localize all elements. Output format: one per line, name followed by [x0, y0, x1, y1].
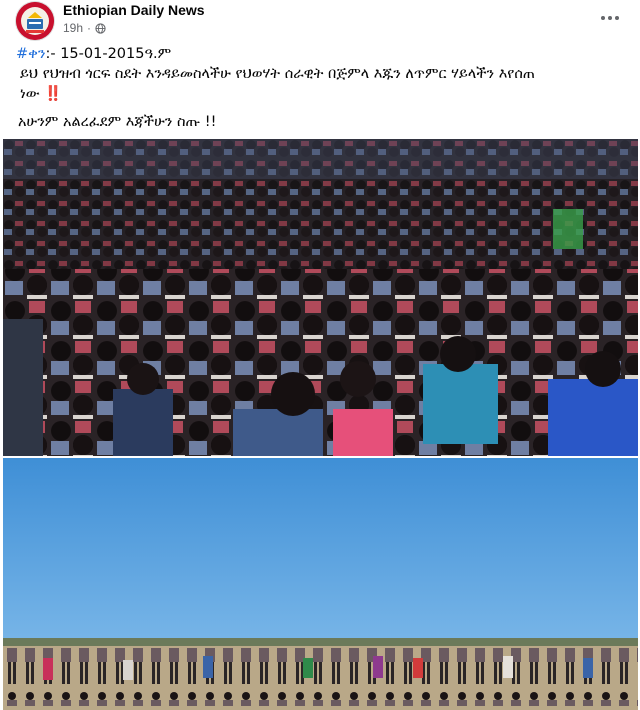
post-line-1: ይህ የህዝብ ጎርፍ ስደት እንዳይመስላችሁ የህወሃት ሰራዊት በጅም…	[20, 66, 535, 82]
post-date-line: #ቀን:- 15-01-2015ዓ.ም	[16, 44, 620, 64]
globe-icon	[95, 22, 106, 34]
post-header: Ethiopian Daily News 19h ·	[0, 0, 640, 42]
post-line-3: አሁንም አልረፈደም እጃችሁን ስጡ !!	[18, 114, 217, 130]
post-line-2-text: ነው	[20, 86, 40, 102]
post-meta: 19h ·	[63, 21, 106, 35]
post-text: #ቀን:- 15-01-2015ዓ.ም ይህ የህዝብ ጎርፍ ስደት እንዳይ…	[16, 44, 620, 132]
post-date: :- 15-01-2015ዓ.ም	[45, 46, 172, 62]
facebook-post: Ethiopian Daily News 19h · #ቀን:- 15-01-2…	[0, 0, 640, 710]
post-time[interactable]: 19h	[63, 21, 83, 35]
page-avatar[interactable]	[16, 2, 54, 40]
hashtag-link[interactable]: #ቀን	[16, 46, 45, 62]
more-options-icon[interactable]	[598, 8, 622, 28]
post-photo-crowd-closeup[interactable]	[3, 139, 638, 456]
post-line-2: ነው ‼️	[16, 84, 620, 104]
page-name[interactable]: Ethiopian Daily News	[63, 2, 205, 18]
double-exclamation-emoji: ‼️	[44, 86, 63, 102]
meta-separator: ·	[87, 21, 92, 35]
post-photo-crowd-walking[interactable]	[3, 458, 638, 710]
